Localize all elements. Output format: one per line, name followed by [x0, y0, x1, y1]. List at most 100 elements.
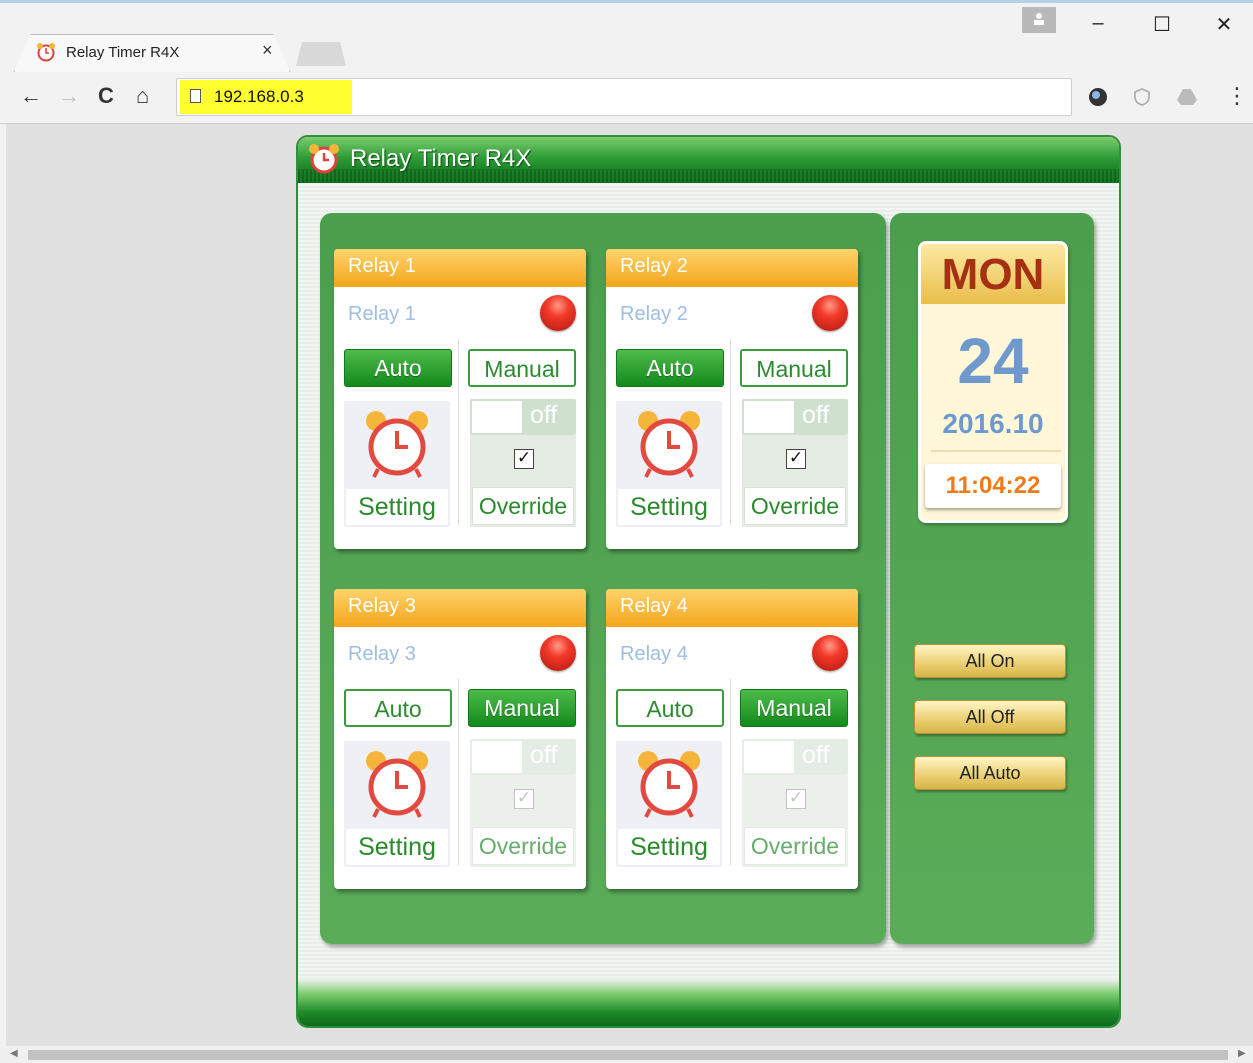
horizontal-scrollbar[interactable]: ◀ ▶	[0, 1046, 1253, 1063]
toggle-knob	[472, 741, 522, 773]
override-button[interactable]: Override	[744, 827, 846, 865]
override-area: ✓ Override	[742, 775, 848, 867]
toggle-state: off	[530, 401, 558, 429]
manual-button[interactable]: Manual	[468, 689, 576, 727]
setting-button[interactable]: Setting	[344, 401, 450, 527]
relay-name: Relay 4	[620, 643, 688, 665]
profile-button[interactable]	[1022, 7, 1056, 33]
alarm-clock-favicon-icon	[37, 43, 55, 62]
shield-icon[interactable]	[1132, 87, 1152, 107]
person-icon	[1034, 13, 1044, 25]
back-icon[interactable]: ←	[20, 84, 42, 108]
toggle-knob	[744, 741, 794, 773]
app-title: Relay Timer R4X	[350, 145, 532, 172]
column-divider	[730, 339, 731, 525]
all-off-button[interactable]: All Off	[914, 700, 1066, 734]
column-divider	[458, 679, 459, 865]
setting-label: Setting	[618, 829, 720, 865]
override-checkbox[interactable]: ✓	[786, 789, 806, 809]
column-divider	[730, 679, 731, 865]
menu-icon[interactable]: ⋮	[1226, 84, 1248, 108]
year-month: 2016.10	[942, 408, 1044, 439]
auto-button[interactable]: Auto	[616, 689, 724, 727]
auto-button[interactable]: Auto	[344, 689, 452, 727]
setting-button[interactable]: Setting	[616, 741, 722, 867]
setting-label: Setting	[618, 489, 720, 525]
relay-timer-app: Relay Timer R4X Relay 1 Relay 1 Auto Man…	[296, 135, 1121, 1028]
override-checkbox[interactable]: ✓	[786, 449, 806, 469]
status-led-icon	[812, 635, 848, 671]
toggle-state: off	[802, 741, 830, 769]
window-top-border	[0, 0, 1253, 3]
column-divider	[458, 339, 459, 525]
relay-name: Relay 3	[348, 643, 416, 665]
override-button[interactable]: Override	[472, 487, 574, 525]
override-button[interactable]: Override	[744, 487, 846, 525]
power-toggle[interactable]: off	[742, 739, 848, 775]
maximize-button[interactable]: ☐	[1142, 12, 1182, 37]
drive-icon[interactable]	[1176, 87, 1198, 107]
alarm-clock-icon	[366, 411, 428, 478]
side-panel: MON 24 2016.10 11:04:22 All On All Off A…	[890, 213, 1094, 944]
tab-title: Relay Timer R4X	[66, 44, 180, 61]
status-led-icon	[540, 635, 576, 671]
status-led-icon	[812, 295, 848, 331]
scroll-right-icon[interactable]: ▶	[1238, 1048, 1246, 1059]
setting-label: Setting	[346, 829, 448, 865]
setting-label: Setting	[346, 489, 448, 525]
relay-card-4: Relay 4 Relay 4 Auto Manual Setting off	[606, 589, 858, 889]
relay-name: Relay 1	[348, 303, 416, 325]
relays-panel: Relay 1 Relay 1 Auto Manual Setting off	[320, 213, 886, 944]
home-icon[interactable]: ⌂	[136, 84, 149, 108]
setting-button[interactable]: Setting	[616, 401, 722, 527]
all-auto-button[interactable]: All Auto	[914, 756, 1066, 790]
relay-card-1: Relay 1 Relay 1 Auto Manual Setting off	[334, 249, 586, 549]
date-display: MON 24 2016.10 11:04:22	[918, 241, 1068, 523]
manual-button[interactable]: Manual	[740, 689, 848, 727]
toggle-knob	[472, 401, 522, 433]
override-area: ✓ Override	[470, 435, 576, 527]
power-toggle[interactable]: off	[470, 739, 576, 775]
day-of-week: MON	[921, 244, 1065, 304]
auto-button[interactable]: Auto	[344, 349, 452, 387]
toggle-state: off	[530, 741, 558, 769]
reload-icon[interactable]: C	[98, 84, 114, 108]
override-area: ✓ Override	[742, 435, 848, 527]
setting-button[interactable]: Setting	[344, 741, 450, 867]
power-toggle[interactable]: off	[742, 399, 848, 435]
alarm-clock-icon	[638, 411, 700, 478]
day-of-month: 24	[957, 325, 1029, 397]
manual-button[interactable]: Manual	[468, 349, 576, 387]
override-area: ✓ Override	[470, 775, 576, 867]
relay-header: Relay 1	[334, 249, 586, 287]
override-checkbox[interactable]: ✓	[514, 789, 534, 809]
relay-header: Relay 3	[334, 589, 586, 627]
alarm-clock-logo-icon	[309, 144, 339, 174]
status-led-icon	[540, 295, 576, 331]
new-tab-button[interactable]	[296, 42, 346, 66]
tab-close-icon[interactable]: ×	[262, 40, 273, 61]
date-divider	[931, 450, 1061, 452]
close-window-button[interactable]: ✕	[1204, 12, 1244, 37]
relay-card-3: Relay 3 Relay 3 Auto Manual Setting off	[334, 589, 586, 889]
manual-button[interactable]: Manual	[740, 349, 848, 387]
override-checkbox[interactable]: ✓	[514, 449, 534, 469]
current-time: 11:04:22	[925, 464, 1061, 508]
all-on-button[interactable]: All On	[914, 644, 1066, 678]
page-icon	[190, 89, 201, 103]
forward-icon[interactable]: →	[58, 84, 80, 108]
scrollbar-thumb[interactable]	[28, 1050, 1228, 1060]
alarm-clock-icon	[366, 751, 428, 818]
relay-header: Relay 2	[606, 249, 858, 287]
relay-name: Relay 2	[620, 303, 688, 325]
auto-button[interactable]: Auto	[616, 349, 724, 387]
scroll-left-icon[interactable]: ◀	[10, 1048, 18, 1059]
extension-icon[interactable]	[1088, 87, 1108, 107]
power-toggle[interactable]: off	[470, 399, 576, 435]
relay-header: Relay 4	[606, 589, 858, 627]
alarm-clock-icon	[638, 751, 700, 818]
url-text[interactable]: 192.168.0.3	[214, 87, 304, 107]
override-button[interactable]: Override	[472, 827, 574, 865]
minimize-button[interactable]: –	[1078, 12, 1118, 35]
browser-chrome: Relay Timer R4X × – ☐ ✕ ← → C ⌂ 192.168.…	[0, 0, 1253, 124]
